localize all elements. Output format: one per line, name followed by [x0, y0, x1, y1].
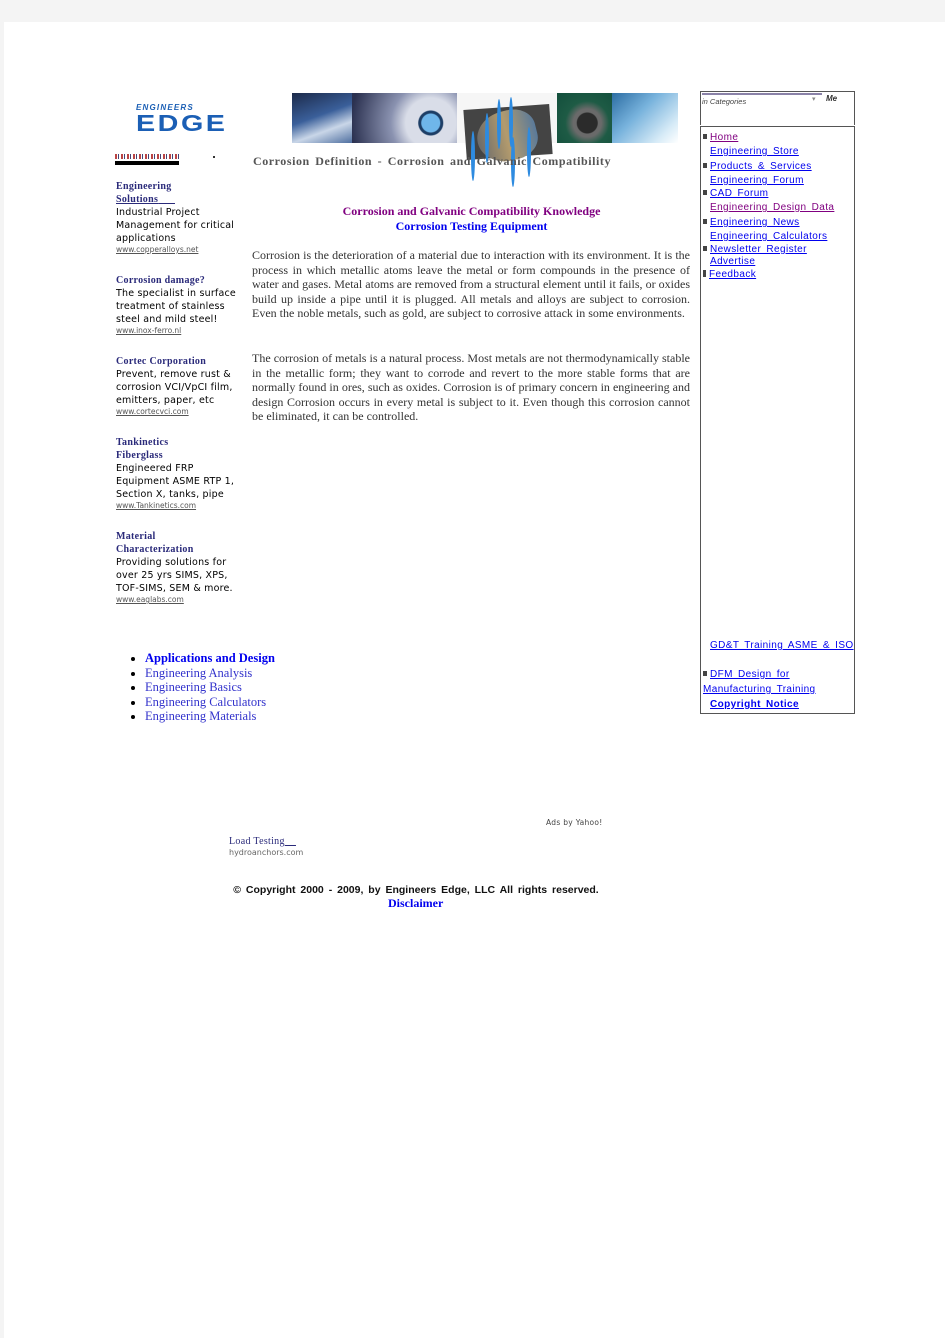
right-nav-item: Engineering Store — [701, 146, 799, 158]
ad-title[interactable]: Engineering Solutions — [116, 180, 242, 206]
copyright-text: © Copyright 2000 - 2009, by Engineers Ed… — [233, 884, 599, 896]
bullet-icon — [703, 671, 707, 677]
nav-link-engineering-materials[interactable]: Engineering Materials — [145, 709, 256, 723]
right-nav-item: Engineering Design Data — [701, 202, 834, 214]
spacer-dot — [213, 156, 215, 158]
bullet-icon — [703, 219, 707, 225]
right-nav-item: CAD Forum — [701, 188, 768, 200]
helicopter-image — [457, 93, 557, 187]
page-title: Corrosion Definition - Corrosion and Gal… — [253, 154, 612, 168]
bullet-icon — [703, 270, 706, 278]
right-nav-item: Home — [701, 132, 738, 144]
ads-provider-label: Ads by Yahoo! — [546, 818, 603, 827]
ad-item[interactable]: Engineering Solutions Industrial Project … — [116, 180, 242, 255]
ad-url[interactable]: www.cortecvci.com — [116, 407, 242, 417]
nav-item: Engineering Basics — [145, 680, 275, 695]
right-nav-item: Feedback — [701, 269, 756, 281]
bullet-icon — [703, 163, 707, 169]
bottom-ad-title[interactable]: Load Testing — [229, 836, 296, 847]
right-nav-item: Newsletter Register — [701, 244, 807, 256]
bullet-icon — [703, 246, 707, 252]
ad-item[interactable]: Cortec Corporation Prevent, remove rust … — [116, 355, 242, 417]
nav-item: Engineering Analysis — [145, 666, 275, 681]
nav-newsletter-register[interactable]: Newsletter Register — [710, 244, 807, 255]
body-paragraph: The corrosion of metals is a natural pro… — [252, 351, 690, 424]
ad-url[interactable]: www.inox-ferro.nl — [116, 326, 242, 336]
ad-title[interactable]: Material Characterization — [116, 530, 242, 556]
disclaimer-link[interactable]: Disclaimer — [388, 896, 443, 911]
right-nav-item: Engineering News — [701, 217, 800, 229]
ad-description: Industrial Project Management for critic… — [116, 207, 235, 244]
nav-dfm-training-cont[interactable]: Manufacturing Training — [703, 684, 816, 695]
ad-description: Providing solutions for over 25 yrs SIMS… — [116, 557, 233, 594]
content-links: Corrosion and Galvanic Compatibility Kno… — [253, 204, 690, 233]
nav-cad-forum[interactable]: CAD Forum — [710, 188, 768, 199]
bullet-icon — [703, 134, 707, 140]
dropdown-arrow-icon[interactable]: ▾ — [812, 95, 816, 103]
bottom-ad-url[interactable]: hydroanchors.com — [229, 848, 303, 857]
knowledge-link[interactable]: Corrosion and Galvanic Compatibility Kno… — [343, 204, 601, 219]
ad-description: Prevent, remove rust & corrosion VCI/VpC… — [116, 369, 233, 406]
nav-engineering-calculators[interactable]: Engineering Calculators — [710, 231, 827, 242]
keyboard-image — [612, 93, 678, 143]
left-sponsored-ads: Engineering Solutions Industrial Project … — [116, 180, 242, 618]
search-button[interactable]: Me — [826, 93, 837, 105]
engine-image — [557, 93, 612, 143]
right-nav-item: Manufacturing Training — [703, 684, 816, 696]
ad-item[interactable]: Corrosion damage? The specialist in surf… — [116, 274, 242, 336]
bullet-icon — [703, 190, 707, 196]
nav-gdt-training[interactable]: GD&T Training ASME & ISO — [710, 640, 854, 651]
ad-url[interactable]: www.eaglabs.com — [116, 595, 242, 605]
ad-title[interactable]: Cortec Corporation — [116, 355, 242, 368]
nav-engineering-news[interactable]: Engineering News — [710, 217, 800, 228]
nav-feedback[interactable]: Feedback — [709, 269, 756, 280]
nav-engineering-design-data[interactable]: Engineering Design Data — [710, 202, 834, 213]
ad-item[interactable]: Material Characterization Providing solut… — [116, 530, 242, 605]
nav-item: Applications and Design — [145, 651, 275, 666]
nav-copyright-notice[interactable]: Copyright Notice — [710, 699, 799, 710]
nav-home[interactable]: Home — [710, 132, 738, 143]
right-site-nav: Home Engineering Store Products & Servic… — [700, 126, 855, 714]
ad-title[interactable]: Corrosion damage? — [116, 274, 242, 287]
right-nav-item: Copyright Notice — [701, 699, 799, 711]
category-select[interactable]: in Categories — [702, 93, 822, 107]
ad-description: Engineered FRP Equipment ASME RTP 1, Sec… — [116, 463, 235, 500]
nav-engineering-forum[interactable]: Engineering Forum — [710, 175, 804, 186]
right-nav-item: GD&T Training ASME & ISO — [701, 640, 854, 652]
right-nav-item: Engineering Calculators — [701, 231, 827, 243]
nav-dfm-training[interactable]: DFM Design for — [710, 669, 790, 680]
nav-products-services[interactable]: Products & Services — [710, 161, 812, 172]
ad-url[interactable]: www.Tankinetics.com — [116, 501, 242, 511]
ad-description: The specialist in surface treatment of s… — [116, 288, 236, 325]
testing-equipment-link[interactable]: Corrosion Testing Equipment — [396, 219, 548, 234]
nav-link-engineering-calculators[interactable]: Engineering Calculators — [145, 695, 266, 709]
body-paragraph: Corrosion is the deterioration of a mate… — [252, 248, 690, 321]
search-spacer — [700, 107, 855, 125]
right-nav-item: Engineering Forum — [701, 175, 804, 187]
right-nav-item: DFM Design for — [701, 669, 790, 681]
ad-title[interactable]: Tankinetics Fiberglass — [116, 436, 242, 462]
nav-link-engineering-analysis[interactable]: Engineering Analysis — [145, 666, 252, 680]
ad-item[interactable]: Tankinetics Fiberglass Engineered FRP Equ… — [116, 436, 242, 511]
ad-banner-small[interactable] — [115, 154, 179, 166]
ad-url[interactable]: www.copperalloys.net — [116, 245, 242, 255]
logo-main-text: EDGE — [136, 110, 228, 136]
nav-link-applications-design[interactable]: Applications and Design — [145, 651, 275, 665]
header-banner-image — [292, 93, 678, 187]
right-nav-item: Products & Services — [701, 161, 812, 173]
nav-engineering-store[interactable]: Engineering Store — [710, 146, 799, 157]
search-box: in Categories ▾ Me — [700, 91, 855, 108]
nav-advertise[interactable]: Advertise — [710, 256, 755, 267]
engineers-edge-logo[interactable]: ENGINEERS EDGE — [136, 104, 239, 135]
left-category-nav: Applications and Design Engineering Anal… — [116, 651, 275, 724]
eye-image — [352, 93, 457, 143]
footer-copyright: © Copyright 2000 - 2009, by Engineers Ed… — [0, 884, 860, 896]
nav-item: Engineering Calculators — [145, 695, 275, 710]
satellite-image — [292, 93, 352, 143]
nav-link-engineering-basics[interactable]: Engineering Basics — [145, 680, 242, 694]
nav-item: Engineering Materials — [145, 709, 275, 724]
right-nav-item: Advertise — [701, 256, 755, 268]
